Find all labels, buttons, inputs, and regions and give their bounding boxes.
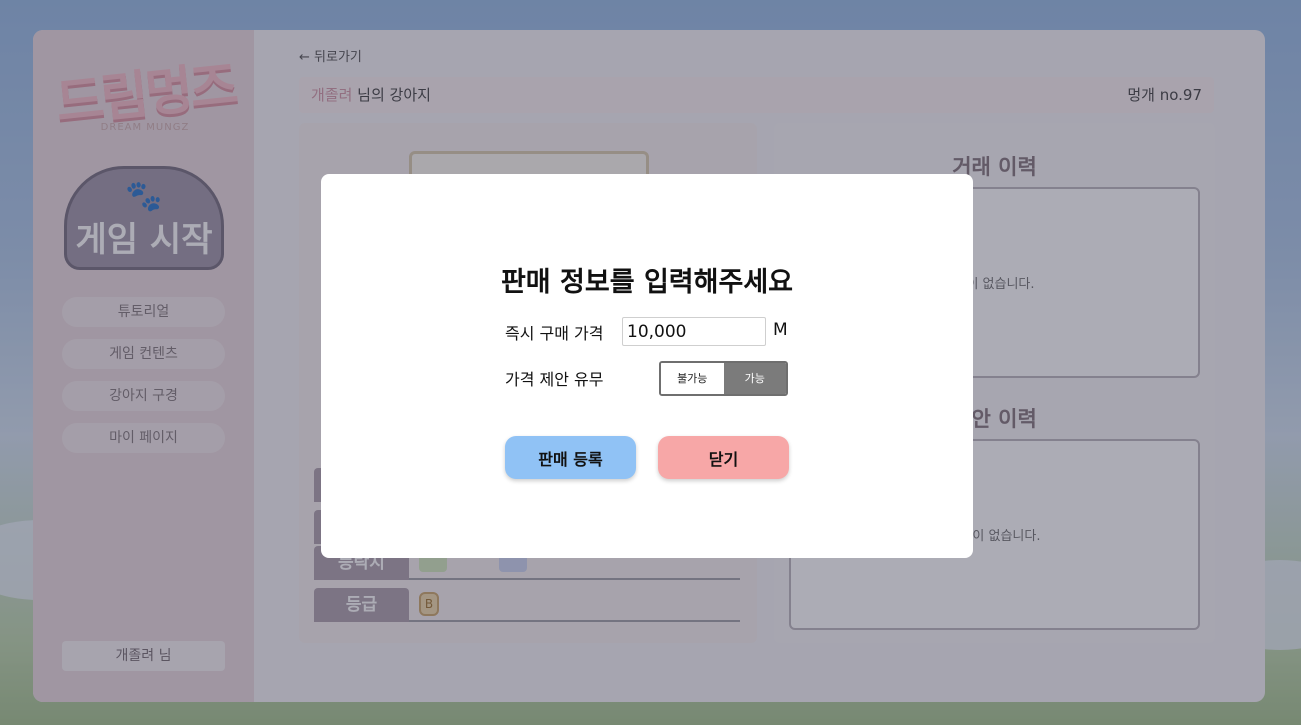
close-button[interactable]: 닫기	[658, 436, 789, 479]
register-sale-button[interactable]: 판매 등록	[505, 436, 636, 479]
offer-label: 가격 제안 유무	[505, 370, 604, 389]
modal-title: 판매 정보를 입력해주세요	[500, 267, 794, 298]
offer-toggle[interactable]: 불가능 가능	[659, 361, 788, 396]
price-label: 즉시 구매 가격	[505, 324, 604, 343]
price-input[interactable]	[622, 317, 766, 346]
price-unit: M	[773, 320, 788, 340]
toggle-option-unavailable[interactable]: 불가능	[661, 363, 724, 394]
toggle-option-available[interactable]: 가능	[723, 363, 786, 394]
sale-modal: 판매 정보를 입력해주세요 즉시 구매 가격 M 가격 제안 유무 불가능 가능…	[321, 174, 973, 558]
